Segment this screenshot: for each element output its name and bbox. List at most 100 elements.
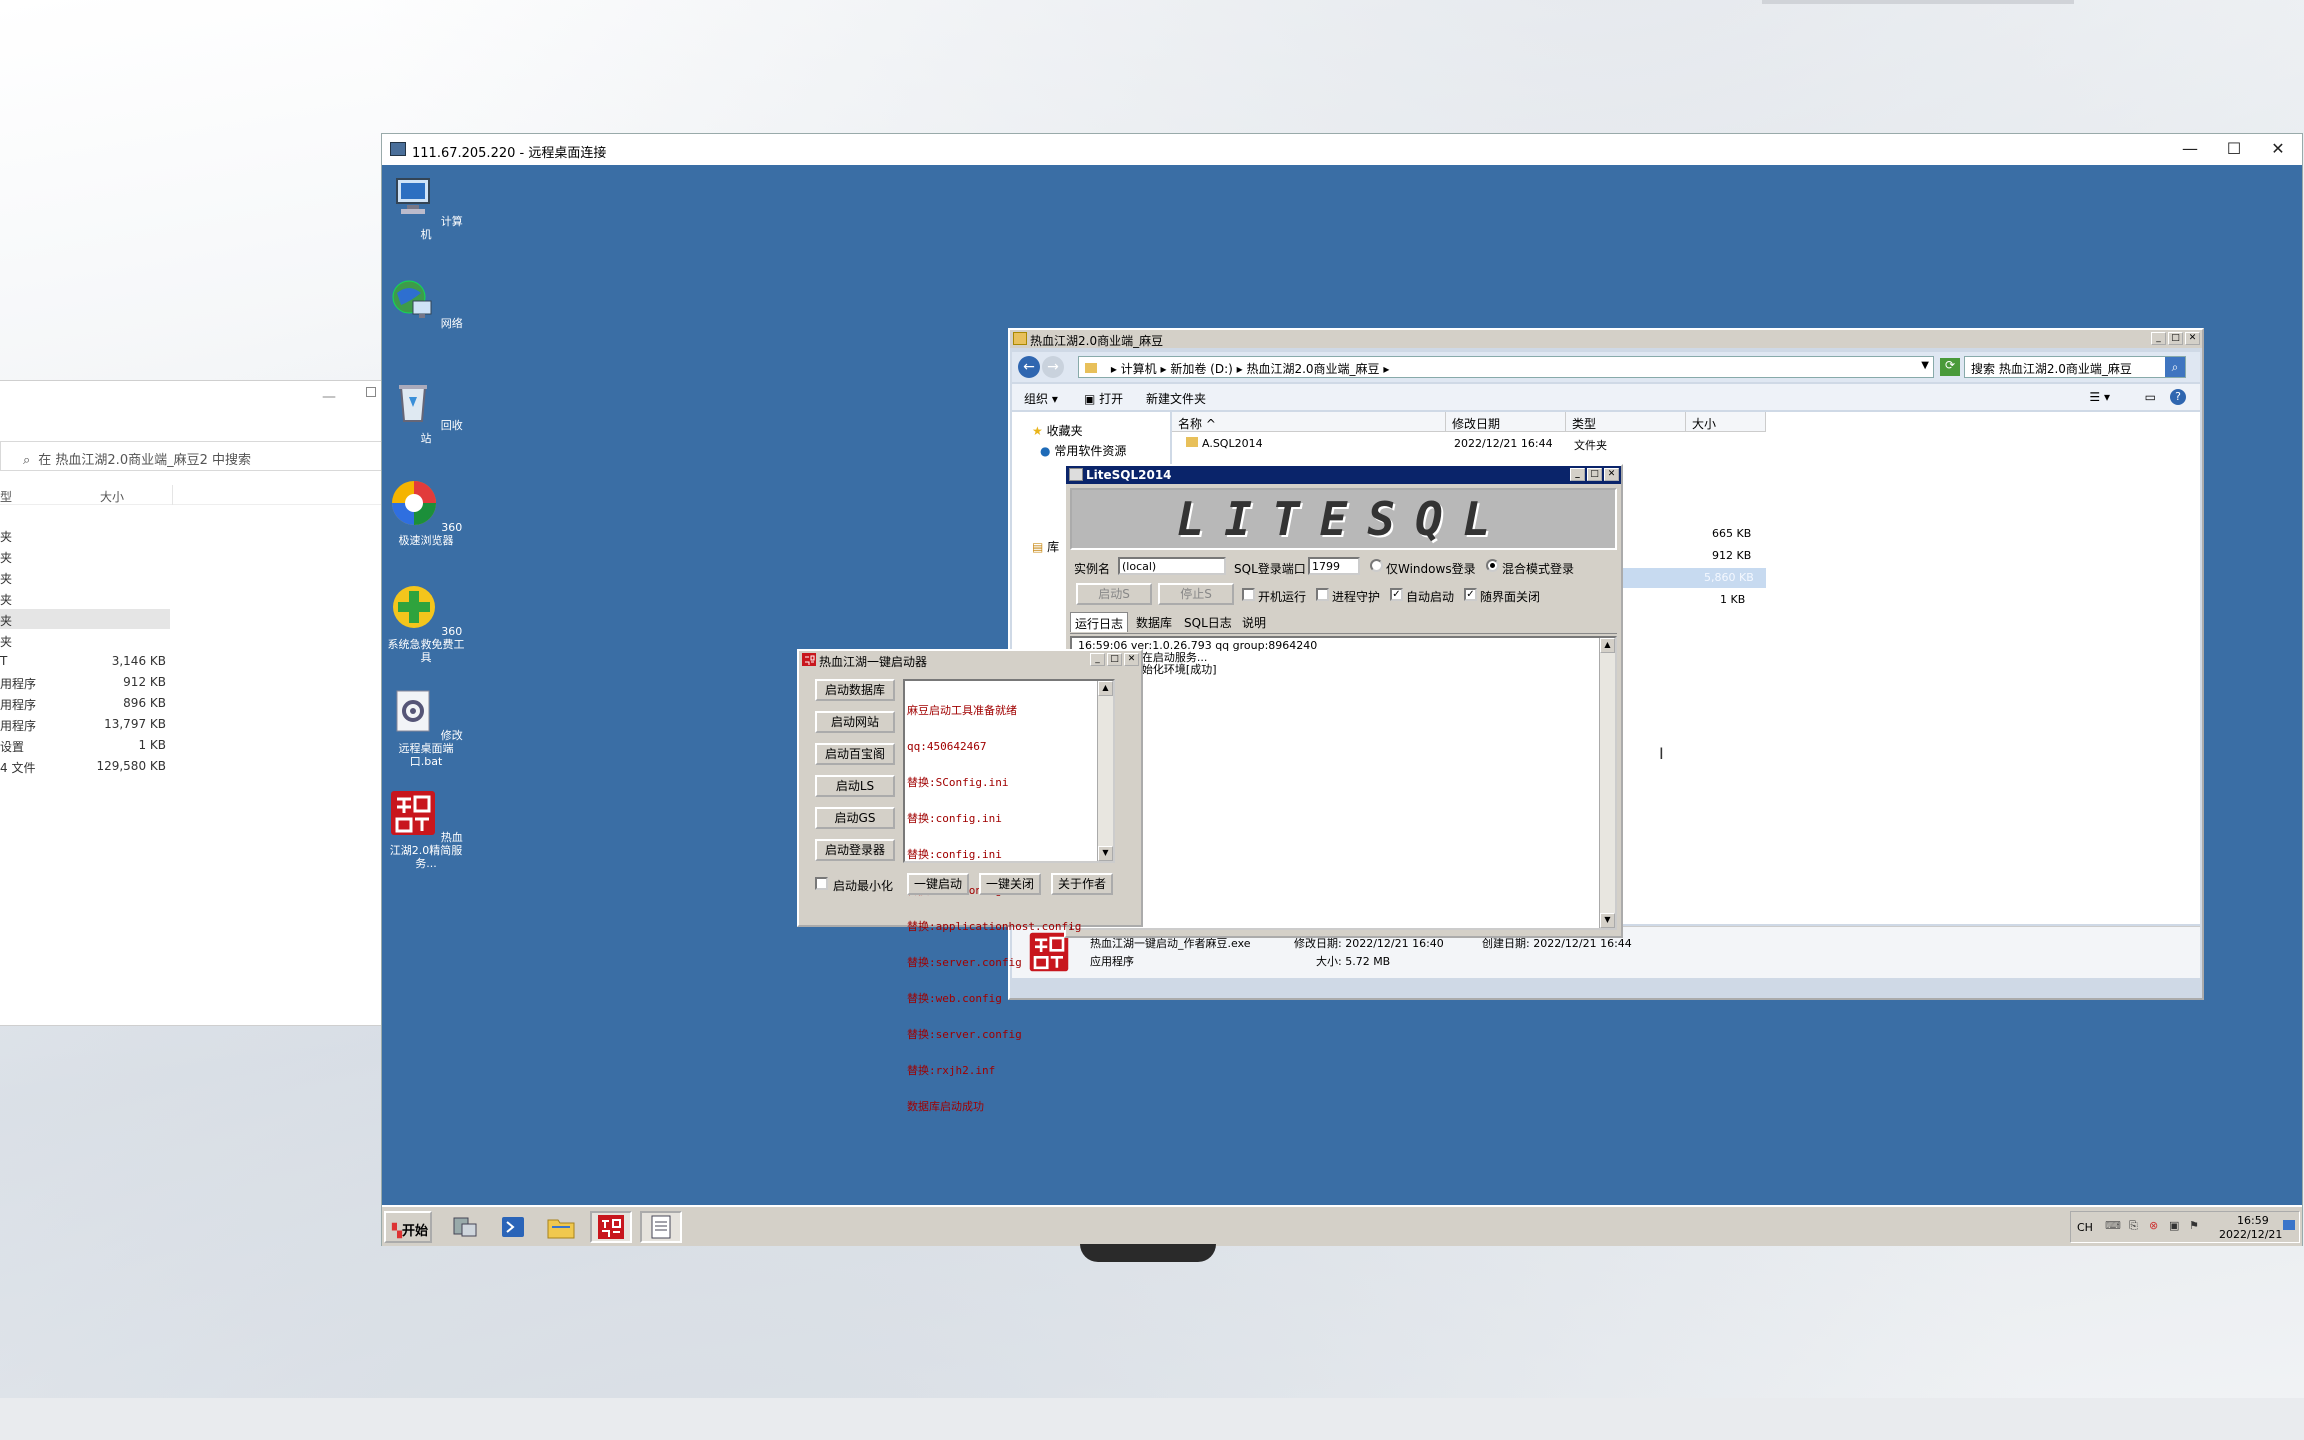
file-row[interactable]: A.SQL2014 2022/12/21 16:44 文件夹	[1172, 434, 2200, 454]
minimize-button[interactable]: —	[322, 389, 336, 405]
list-item[interactable]: 用程序 13,797 KB	[0, 714, 170, 734]
list-item[interactable]: 夹	[0, 525, 170, 545]
crumb-drive[interactable]: 新加卷 (D:)	[1170, 362, 1232, 376]
start-database-button[interactable]: 启动数据库	[815, 679, 895, 701]
taskbar-explorer[interactable]	[540, 1211, 582, 1243]
list-item[interactable]: 4 文件 129,580 KB	[0, 756, 170, 776]
maximize-button[interactable]: □	[1587, 468, 1602, 481]
tab-database[interactable]: 数据库	[1132, 612, 1176, 632]
list-item[interactable]: 夹	[0, 630, 170, 650]
tab-sql-log[interactable]: SQL日志	[1180, 612, 1236, 632]
favorites-item[interactable]: ★ 收藏夹	[1032, 422, 1083, 439]
crumb-folder[interactable]: 热血江湖2.0商业端_麻豆	[1246, 362, 1379, 376]
start-gs-button[interactable]: 启动GS	[815, 807, 895, 829]
close-with-ui-checkbox[interactable]: ✓	[1464, 588, 1477, 601]
col-name[interactable]: 名称 ^	[1172, 412, 1446, 432]
close-button[interactable]: ✕	[1124, 653, 1139, 666]
desktop-icon-recycle-bin[interactable]: 回收站	[386, 377, 466, 445]
minimize-button[interactable]: _	[1090, 653, 1105, 666]
col-type[interactable]: 型	[0, 488, 12, 505]
maximize-button[interactable]: ☐	[2214, 138, 2254, 160]
desktop-icon-360-rescue[interactable]: 360系统急救免费工具	[386, 583, 466, 664]
scroll-up-arrow[interactable]: ▲	[1600, 638, 1615, 653]
one-click-close-button[interactable]: 一键关闭	[979, 873, 1041, 895]
col-size[interactable]: 大小	[100, 488, 124, 505]
list-item[interactable]: 夹	[0, 567, 170, 587]
windows-login-radio[interactable]	[1370, 559, 1383, 572]
tab-run-log[interactable]: 运行日志	[1070, 612, 1129, 632]
tab-readme[interactable]: 说明	[1238, 612, 1270, 632]
desktop-icon-computer[interactable]: 计算机	[386, 173, 466, 241]
address-bar[interactable]: ▸ 计算机 ▸ 新加卷 (D:) ▸ 热血江湖2.0商业端_麻豆 ▸ ▼	[1078, 356, 1934, 378]
desktop-icon-network[interactable]: 网络	[386, 275, 466, 330]
organize-menu[interactable]: 组织 ▾	[1024, 390, 1058, 407]
start-login-button[interactable]: 启动登录器	[815, 839, 895, 861]
scroll-up-arrow[interactable]: ▲	[1098, 681, 1113, 696]
show-desktop-icon[interactable]	[2283, 1220, 2295, 1230]
network-tray-icon[interactable]: ⎘	[2129, 1219, 2138, 1233]
list-item[interactable]: 用程序 896 KB	[0, 693, 170, 713]
library-item[interactable]: ▤ 库	[1032, 538, 1059, 555]
monitor-tray-icon[interactable]: ▣	[2169, 1219, 2179, 1232]
crumb-computer[interactable]: 计算机	[1121, 362, 1157, 376]
open-button[interactable]: ▣ 打开	[1084, 390, 1123, 407]
col-date[interactable]: 修改日期	[1446, 412, 1566, 432]
desktop-icon-360-browser[interactable]: 360极速浏览器	[386, 479, 466, 547]
close-button[interactable]: ✕	[2185, 332, 2200, 345]
minimize-button[interactable]: —	[2170, 138, 2210, 160]
maximize-button[interactable]	[366, 387, 376, 397]
clock-date[interactable]: 2022/12/21	[2219, 1228, 2282, 1241]
launcher-log[interactable]: 麻豆启动工具准备就绪 qq:450642467 替换:SConfig.ini 替…	[903, 679, 1115, 1113]
taskbar-powershell[interactable]	[492, 1211, 534, 1243]
taskbar-server-manager[interactable]	[444, 1211, 486, 1243]
list-item[interactable]: 夹	[0, 588, 170, 608]
search-input[interactable]: 搜索 热血江湖2.0商业端_麻豆 ⌕	[1964, 356, 2186, 378]
scrollbar[interactable]: ▲ ▼	[1599, 638, 1615, 928]
security-tray-icon[interactable]: ⊗	[2149, 1219, 2158, 1232]
maximize-button[interactable]: □	[1107, 653, 1122, 666]
boot-run-checkbox[interactable]	[1242, 588, 1255, 601]
desktop-icon-rxjh-server[interactable]: 热血江湖2.0精简服务...	[386, 789, 466, 870]
stop-service-button[interactable]: 停止S	[1158, 583, 1234, 605]
start-ls-button[interactable]: 启动LS	[815, 775, 895, 797]
flag-tray-icon[interactable]: ⚑	[2189, 1219, 2199, 1232]
about-author-button[interactable]: 关于作者	[1051, 873, 1113, 895]
keyboard-icon[interactable]: ⌨	[2105, 1219, 2121, 1232]
view-options-icon[interactable]: ☰ ▾	[2089, 390, 2110, 404]
one-click-start-button[interactable]: 一键启动	[907, 873, 969, 895]
list-item[interactable]: 设置 1 KB	[0, 735, 170, 755]
forward-button[interactable]: →	[1042, 356, 1064, 378]
scroll-down-arrow[interactable]: ▼	[1600, 913, 1615, 928]
scrollbar[interactable]: ▲ ▼	[1097, 681, 1113, 861]
start-button[interactable]: ▚开始	[384, 1211, 432, 1243]
close-button[interactable]: ✕	[2258, 138, 2298, 160]
clock-time[interactable]: 16:59	[2237, 1214, 2269, 1227]
help-icon[interactable]: ?	[2170, 389, 2186, 405]
col-size[interactable]: 大小	[1686, 412, 1766, 432]
mixed-login-radio[interactable]	[1486, 559, 1499, 572]
instance-input[interactable]: (local)	[1118, 557, 1226, 575]
port-input[interactable]: 1799	[1308, 557, 1360, 575]
list-item[interactable]: 用程序 912 KB	[0, 672, 170, 692]
search-input[interactable]: ⌕ 在 热血江湖2.0商业端_麻豆2 中搜索	[0, 441, 382, 471]
maximize-button[interactable]: □	[2168, 332, 2183, 345]
scroll-down-arrow[interactable]: ▼	[1098, 846, 1113, 861]
minimize-button[interactable]: _	[1570, 468, 1585, 481]
process-guard-checkbox[interactable]	[1316, 588, 1329, 601]
desktop-icon-bat[interactable]: 修改远程桌面端口.bat	[386, 687, 466, 768]
start-website-button[interactable]: 启动网站	[815, 711, 895, 733]
close-button[interactable]: ✕	[1604, 468, 1619, 481]
taskbar-launcher[interactable]	[590, 1211, 632, 1243]
refresh-button[interactable]: ⟳	[1940, 358, 1960, 376]
search-icon[interactable]: ⌕	[2165, 357, 2185, 377]
autostart-checkbox[interactable]: ✓	[1390, 588, 1403, 601]
start-treasure-button[interactable]: 启动百宝阁	[815, 743, 895, 765]
col-type[interactable]: 类型	[1566, 412, 1686, 432]
taskbar-litesql[interactable]	[640, 1211, 682, 1243]
chevron-down-icon[interactable]: ▼	[1921, 360, 1929, 371]
start-service-button[interactable]: 启动S	[1076, 583, 1152, 605]
language-indicator[interactable]: CH	[2077, 1221, 2093, 1234]
preview-pane-icon[interactable]: ▭	[2145, 390, 2156, 404]
list-item[interactable]: T 3,146 KB	[0, 651, 170, 671]
list-item[interactable]: 夹	[0, 546, 170, 566]
